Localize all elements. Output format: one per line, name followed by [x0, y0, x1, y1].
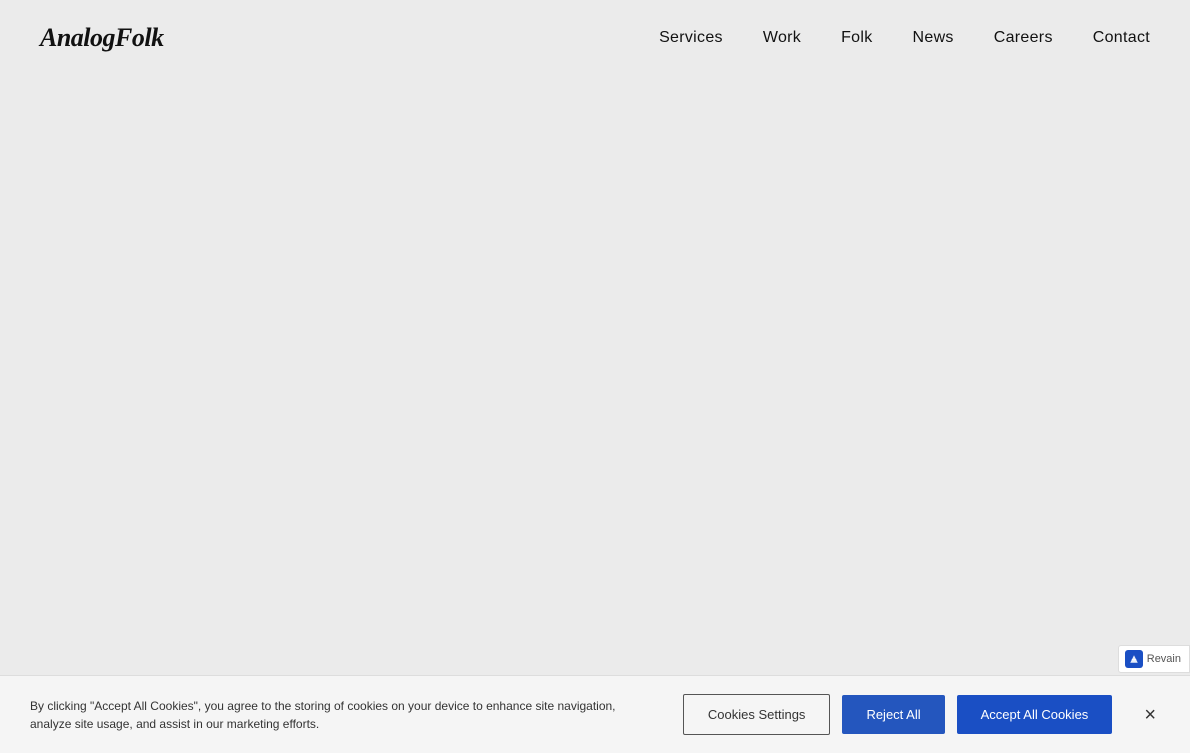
cookie-buttons: Cookies Settings Reject All Accept All C… — [683, 694, 1160, 735]
accept-all-cookies-button[interactable]: Accept All Cookies — [957, 695, 1113, 734]
nav-item-contact[interactable]: Contact — [1093, 29, 1150, 47]
cookies-settings-button[interactable]: Cookies Settings — [683, 694, 831, 735]
nav-item-careers[interactable]: Careers — [994, 29, 1053, 47]
cookie-banner: By clicking "Accept All Cookies", you ag… — [0, 675, 1190, 753]
nav-item-folk[interactable]: Folk — [841, 29, 872, 47]
main-nav: Services Work Folk News Careers Contact — [659, 29, 1150, 47]
main-content — [0, 0, 1190, 753]
revain-label: Revain — [1147, 653, 1181, 665]
revain-icon — [1125, 650, 1143, 668]
nav-item-news[interactable]: News — [913, 29, 954, 47]
nav-item-services[interactable]: Services — [659, 29, 723, 47]
logo[interactable]: AnalogFolk — [40, 23, 164, 53]
cookie-text: By clicking "Accept All Cookies", you ag… — [30, 697, 650, 733]
reject-all-button[interactable]: Reject All — [842, 695, 944, 734]
cookie-close-button[interactable]: × — [1140, 701, 1160, 729]
header: AnalogFolk Services Work Folk News Caree… — [0, 0, 1190, 75]
nav-item-work[interactable]: Work — [763, 29, 801, 47]
revain-badge: Revain — [1118, 645, 1190, 673]
